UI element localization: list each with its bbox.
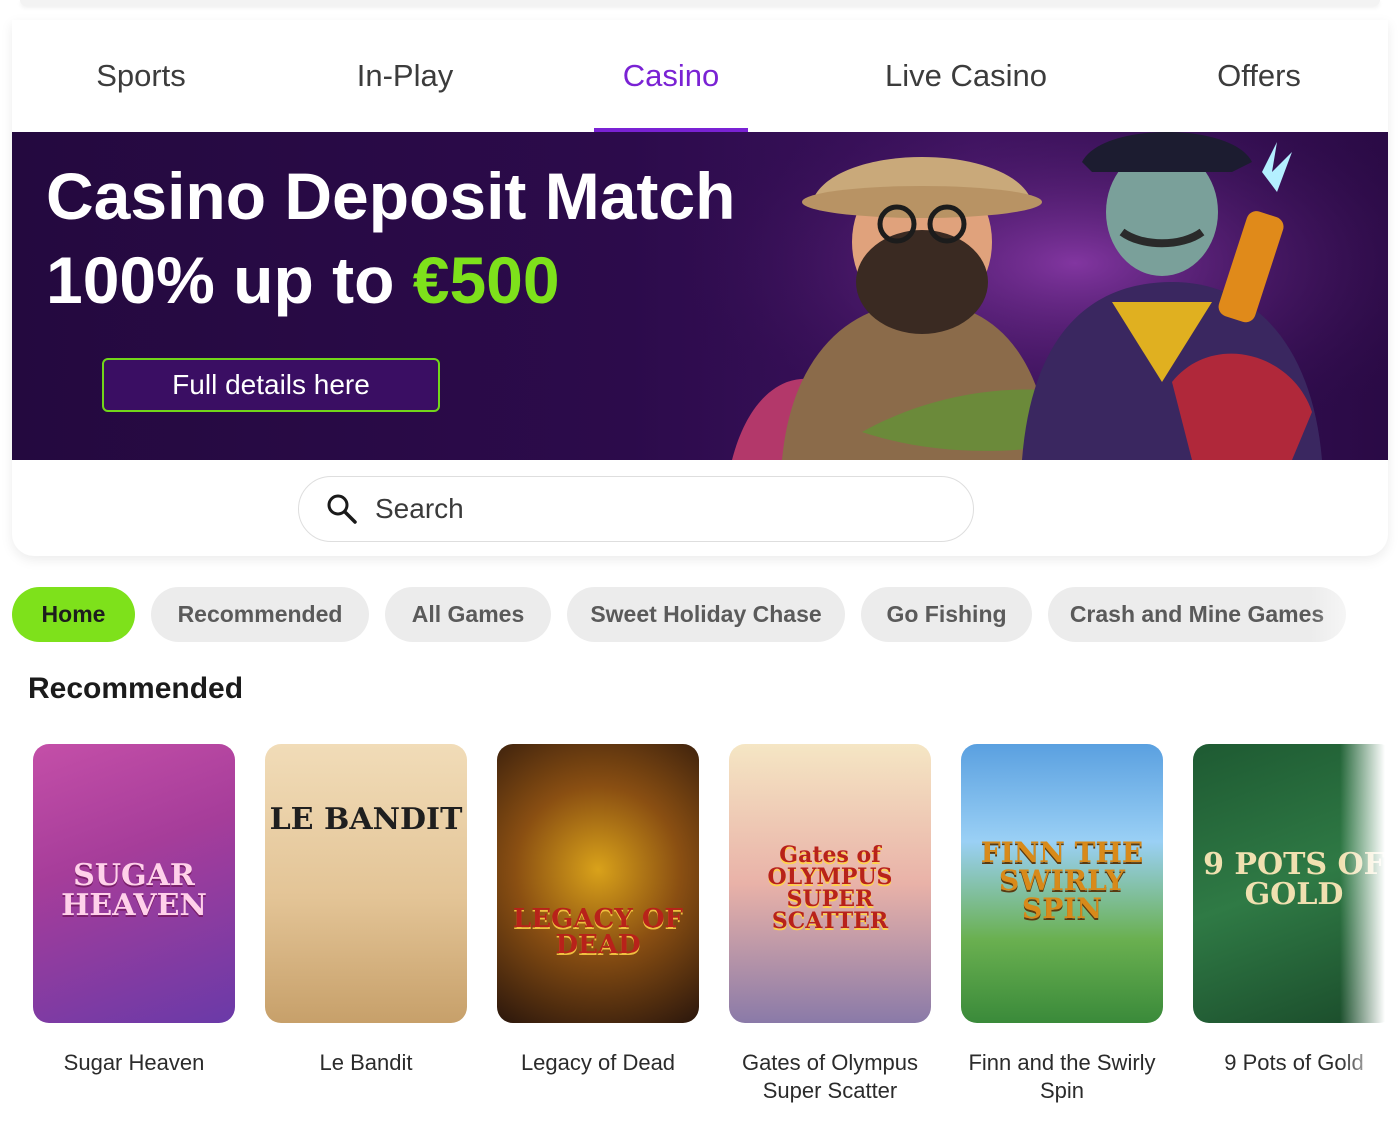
main-nav: Sports In-Play Casino Live Casino Offers [0, 20, 1400, 132]
promo-banner[interactable]: Casino Deposit Match 100% up to €500 Ful… [12, 132, 1388, 460]
game-logo: FINN THE SWIRLY SPIN [980, 835, 1144, 925]
pill-crash-and-mine-games[interactable]: Crash and Mine Games [1048, 587, 1346, 642]
game-thumbnail: FINN THE SWIRLY SPIN [961, 744, 1163, 1023]
full-details-button[interactable]: Full details here [102, 358, 440, 412]
banner-characters-art [692, 132, 1388, 460]
game-thumbnail: LE BANDIT [265, 744, 467, 1023]
pill-sweet-holiday-chase[interactable]: Sweet Holiday Chase [567, 587, 845, 642]
game-thumbnail: LEGACY OF DEAD [497, 744, 699, 1023]
tab-live-casino[interactable]: Live Casino [866, 20, 1066, 132]
recommended-games-row: SUGAR HEAVEN Sugar Heaven LE BANDIT Le B… [0, 744, 1400, 1127]
pill-go-fishing[interactable]: Go Fishing [861, 587, 1032, 642]
banner-amount: €500 [412, 243, 560, 317]
game-title: Finn and the Swirly Spin [968, 1050, 1156, 1103]
game-logo: Gates of OLYMPUS SUPER SCATTER [767, 842, 893, 935]
pills-scroll-fade [1310, 587, 1400, 643]
tab-sports[interactable]: Sports [54, 20, 228, 132]
tab-casino[interactable]: Casino [594, 20, 748, 132]
section-title-recommended: Recommended [28, 672, 244, 705]
top-bar-edge [20, 0, 1380, 6]
game-card[interactable]: LEGACY OF DEAD Legacy of Dead [497, 744, 699, 1077]
game-thumbnail: SUGAR HEAVEN [33, 744, 235, 1023]
pill-all-games[interactable]: All Games [385, 587, 551, 642]
category-pills: Home Recommended All Games Sweet Holiday… [0, 587, 1400, 643]
game-card[interactable]: SUGAR HEAVEN Sugar Heaven [33, 744, 235, 1077]
game-logo: SUGAR HEAVEN [61, 858, 207, 924]
game-card[interactable]: LE BANDIT Le Bandit [265, 744, 467, 1077]
game-title: Legacy of Dead [520, 1050, 676, 1075]
game-title: Le Bandit [319, 1050, 413, 1075]
banner-title-line2: 100% up to €500 [46, 238, 735, 322]
game-card[interactable]: Gates of OLYMPUS SUPER SCATTER Gates of … [729, 744, 931, 1105]
banner-title-prefix: 100% up to [46, 243, 413, 317]
search-input[interactable] [375, 493, 935, 525]
search-bar[interactable] [298, 476, 974, 542]
banner-title-line1: Casino Deposit Match [46, 159, 736, 233]
games-scroll-fade [1340, 744, 1400, 1127]
pill-home[interactable]: Home [12, 587, 135, 642]
game-thumbnail: Gates of OLYMPUS SUPER SCATTER [729, 744, 931, 1023]
tab-offers[interactable]: Offers [1190, 20, 1328, 132]
game-card[interactable]: FINN THE SWIRLY SPIN Finn and the Swirly… [961, 744, 1163, 1105]
pill-recommended[interactable]: Recommended [151, 587, 369, 642]
game-title: Sugar Heaven [63, 1050, 205, 1075]
game-logo: LE BANDIT [269, 802, 463, 838]
search-icon [327, 494, 357, 524]
banner-title: Casino Deposit Match 100% up to €500 [46, 154, 735, 322]
game-title: Gates of Olympus Super Scatter [741, 1050, 919, 1103]
game-logo: LEGACY OF DEAD [513, 903, 683, 960]
tab-in-play[interactable]: In-Play [318, 20, 492, 132]
